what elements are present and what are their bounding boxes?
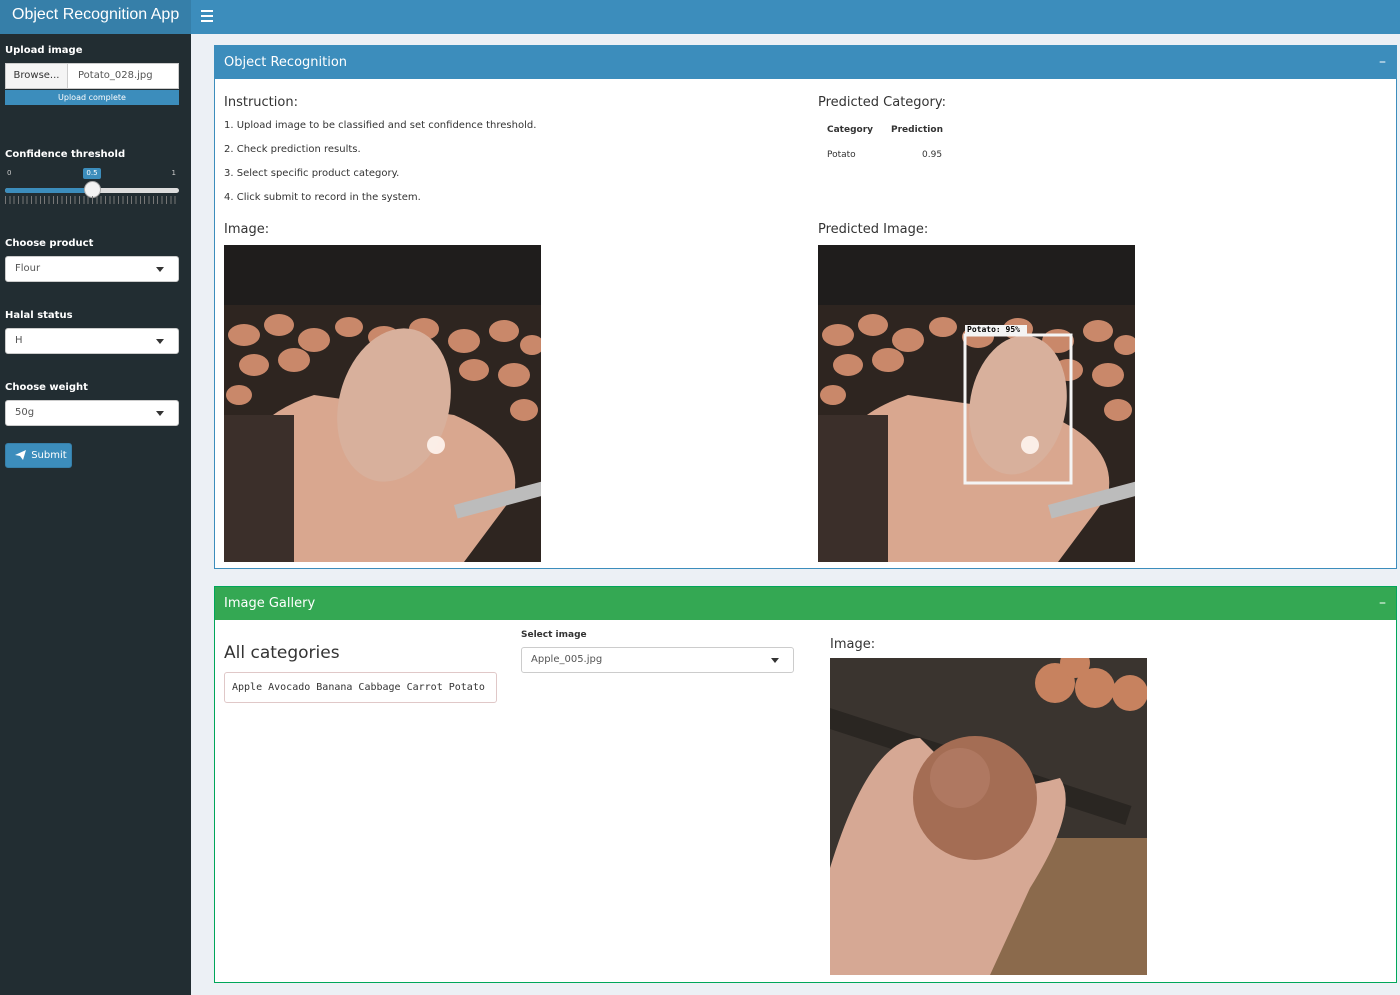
instruction-item: 2. Check prediction results. (224, 144, 361, 155)
product-select-value: Flour (15, 263, 41, 274)
image-gallery-box: Image Gallery – All categories Apple Avo… (214, 586, 1397, 983)
slider-value-badge: 0.5 (83, 168, 101, 179)
categories-title: All categories (224, 643, 340, 663)
image-select[interactable]: Apple_005.jpg (521, 647, 794, 673)
paper-plane-icon (15, 450, 26, 460)
product-select[interactable]: Flour (5, 256, 179, 282)
submit-button[interactable]: Submit (5, 443, 72, 468)
product-label: Choose product (5, 238, 94, 249)
instruction-item: 1. Upload image to be classified and set… (224, 120, 537, 131)
minus-icon[interactable]: – (1379, 587, 1386, 620)
chevron-down-icon (156, 411, 164, 416)
slider-max-label: 1 (171, 169, 176, 177)
categories-output: Apple Avocado Banana Cabbage Carrot Pota… (224, 672, 497, 703)
upload-progress-bar: Upload complete (5, 90, 179, 105)
app-title: Object Recognition App (0, 0, 191, 34)
minus-icon[interactable]: – (1379, 46, 1386, 79)
object-recognition-box: Object Recognition – Instruction: 1. Upl… (214, 45, 1397, 569)
weight-select[interactable]: 50g (5, 400, 179, 426)
threshold-label: Confidence threshold (5, 149, 126, 160)
confidence-slider[interactable]: 0 1 0.5 (5, 166, 179, 211)
instruction-title: Instruction: (224, 95, 298, 110)
box-title: Image Gallery (224, 596, 316, 611)
slider-fill (5, 188, 92, 193)
chevron-down-icon (771, 658, 779, 663)
upload-label: Upload image (5, 45, 83, 56)
gallery-image-title: Image: (830, 637, 876, 652)
gallery-image (830, 658, 1147, 975)
submit-label: Submit (31, 450, 67, 461)
sidebar: Upload image Browse... Potato_028.jpg Up… (0, 34, 191, 995)
hamburger-menu-icon[interactable] (201, 7, 215, 27)
box-header: Image Gallery – (215, 587, 1396, 620)
table-cell-category: Potato (827, 150, 856, 160)
predicted-category-title: Predicted Category: (818, 95, 946, 110)
table-cell-prediction: 0.95 (922, 150, 943, 160)
table-header-category: Category (827, 125, 874, 135)
instruction-item: 4. Click submit to record in the system. (224, 192, 421, 203)
slider-ticks (5, 196, 179, 204)
halal-select-value: H (15, 335, 23, 346)
halal-label: Halal status (5, 310, 73, 321)
predicted-image-title: Predicted Image: (818, 222, 929, 237)
weight-select-value: 50g (15, 407, 35, 418)
image-title: Image: (224, 222, 270, 237)
box-header: Object Recognition – (215, 46, 1396, 79)
box-title: Object Recognition (224, 55, 348, 70)
instruction-item: 3. Select specific product category. (224, 168, 400, 179)
bounding-box-label: Potato: 95% (967, 325, 1020, 334)
weight-label: Choose weight (5, 382, 88, 393)
chevron-down-icon (156, 267, 164, 272)
halal-select[interactable]: H (5, 328, 179, 354)
browse-button[interactable]: Browse... (6, 64, 68, 88)
image-select-value: Apple_005.jpg (531, 654, 603, 665)
chevron-down-icon (156, 339, 164, 344)
file-name: Potato_028.jpg (78, 70, 153, 81)
uploaded-image (224, 245, 541, 562)
slider-min-label: 0 (7, 169, 12, 177)
select-image-label: Select image (521, 630, 587, 640)
table-header-prediction: Prediction (891, 125, 943, 135)
predicted-image: Potato: 95% (818, 245, 1135, 562)
top-navbar: Object Recognition App (0, 0, 1400, 34)
file-upload-input[interactable]: Browse... Potato_028.jpg (5, 63, 179, 89)
